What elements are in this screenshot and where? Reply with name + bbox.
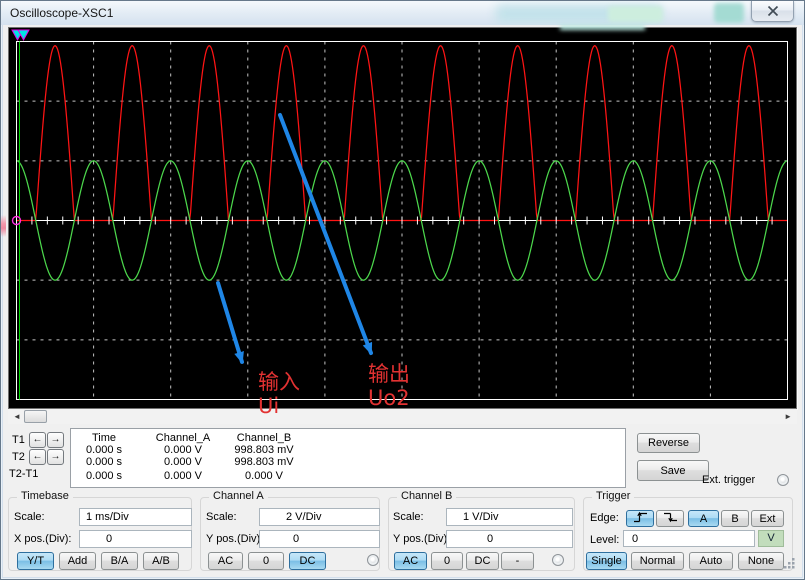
trigger-level-input[interactable] bbox=[623, 530, 755, 547]
right-arrow-icon: → bbox=[51, 434, 61, 445]
channel-b-scale-label: Scale: bbox=[393, 511, 424, 523]
channel-a-ypos-input[interactable] bbox=[259, 530, 380, 548]
timebase-mode-ba-button[interactable]: B/A bbox=[101, 552, 138, 570]
waveform-annotation-label: 输入 bbox=[258, 371, 300, 393]
t1-move-right-button[interactable]: → bbox=[47, 432, 64, 448]
close-button[interactable] bbox=[751, 1, 794, 22]
t2-channel-b: 998.803 mV bbox=[221, 456, 307, 468]
timebase-mode-add-button[interactable]: Add bbox=[59, 552, 96, 570]
oscilloscope-window: Oscilloscope-XSC1 输入Ui 输出Uo2 ◄ ► T1 ← → T… bbox=[0, 0, 805, 580]
waveform-annotation-sublabel: Ui bbox=[258, 395, 279, 417]
cursor-t1-label: T1 bbox=[12, 434, 25, 446]
scrollbar-right-arrow-icon[interactable]: ► bbox=[784, 411, 792, 422]
title-bar: Oscilloscope-XSC1 bbox=[1, 1, 804, 25]
channel-a-ypos-label: Y pos.(Div): bbox=[206, 533, 263, 545]
channel-a-group: Channel A Scale: Y pos.(Div): AC 0 DC bbox=[200, 497, 380, 571]
channel-a-terminal bbox=[367, 554, 379, 566]
group-title: Timebase bbox=[17, 490, 73, 502]
glass-reflection bbox=[714, 3, 744, 23]
timebase-scale-input[interactable] bbox=[79, 508, 192, 526]
t1-channel-a: 0.000 V bbox=[147, 444, 219, 456]
trigger-edge-label: Edge: bbox=[590, 512, 619, 524]
resize-grip[interactable] bbox=[783, 557, 797, 571]
t1-channel-b: 998.803 mV bbox=[221, 444, 307, 456]
trigger-edge-rising-icon bbox=[633, 511, 648, 523]
scope-screen bbox=[11, 29, 794, 406]
scope-scrollbar[interactable]: ◄ ► bbox=[8, 409, 797, 424]
trigger-mode-auto-button[interactable]: Auto bbox=[689, 552, 733, 570]
trigger-source-ext-button[interactable]: Ext bbox=[751, 510, 784, 527]
trigger-mode-none-button[interactable]: None bbox=[738, 552, 784, 570]
timebase-mode-ab-button[interactable]: A/B bbox=[143, 552, 179, 570]
timebase-xpos-label: X pos.(Div): bbox=[14, 533, 71, 545]
channel-b-dc-button[interactable]: DC bbox=[466, 552, 499, 570]
group-title: Channel A bbox=[209, 490, 268, 502]
scrollbar-thumb[interactable] bbox=[24, 410, 47, 423]
channel-a-dc-button[interactable]: DC bbox=[289, 552, 326, 570]
channel-a-zero-button[interactable]: 0 bbox=[248, 552, 284, 570]
channel-position-marker bbox=[1, 215, 6, 237]
column-header-channel-a: Channel_A bbox=[147, 432, 219, 444]
group-title: Channel B bbox=[397, 490, 456, 502]
channel-a-scale-label: Scale: bbox=[206, 511, 237, 523]
timebase-xpos-input[interactable] bbox=[79, 530, 192, 548]
close-icon bbox=[767, 6, 779, 16]
right-arrow-icon: → bbox=[51, 451, 61, 462]
channel-b-minus-button[interactable]: - bbox=[501, 552, 534, 570]
trigger-edge-rising-button[interactable] bbox=[626, 510, 654, 527]
cursor-t2-label: T2 bbox=[12, 451, 25, 463]
glass-artifact bbox=[560, 25, 645, 30]
delta-channel-b: 0.000 V bbox=[221, 470, 307, 482]
scrollbar-left-arrow-icon[interactable]: ◄ bbox=[13, 411, 21, 422]
trigger-source-b-button[interactable]: B bbox=[721, 510, 749, 527]
channel-b-ypos-label: Y pos.(Div): bbox=[393, 533, 450, 545]
group-title: Trigger bbox=[592, 490, 634, 502]
trigger-level-unit: V bbox=[758, 530, 784, 547]
t2-time: 0.000 s bbox=[75, 456, 133, 468]
trigger-group: Trigger Edge: A B Ext Level: V Single No… bbox=[583, 497, 793, 571]
channel-b-scale-input[interactable] bbox=[446, 508, 573, 526]
trigger-mode-normal-button[interactable]: Normal bbox=[631, 552, 684, 570]
window-title: Oscilloscope-XSC1 bbox=[10, 6, 113, 20]
measurement-table: Time Channel_A Channel_B 0.000 s 0.000 V… bbox=[70, 428, 626, 488]
left-arrow-icon: ← bbox=[33, 434, 43, 445]
trigger-edge-falling-button[interactable] bbox=[656, 510, 684, 527]
t2-move-right-button[interactable]: → bbox=[47, 449, 64, 465]
waveform-annotation-label: 输出 bbox=[368, 363, 410, 385]
save-button[interactable]: Save bbox=[637, 460, 709, 481]
channel-b-ac-button[interactable]: AC bbox=[394, 552, 427, 570]
t2-channel-a: 0.000 V bbox=[147, 456, 219, 468]
trigger-level-label: Level: bbox=[590, 534, 619, 546]
column-header-channel-b: Channel_B bbox=[221, 432, 307, 444]
channel-b-terminal bbox=[552, 554, 564, 566]
waveform-annotation-sublabel: Uo2 bbox=[368, 387, 410, 409]
channel-a-ac-button[interactable]: AC bbox=[208, 552, 243, 570]
trigger-mode-single-button[interactable]: Single bbox=[586, 552, 627, 570]
timebase-group: Timebase Scale: X pos.(Div): Y/T Add B/A… bbox=[8, 497, 192, 571]
channel-a-scale-input[interactable] bbox=[259, 508, 380, 526]
trigger-source-a-button[interactable]: A bbox=[688, 510, 719, 527]
ext-trigger-terminal bbox=[777, 474, 789, 486]
column-header-time: Time bbox=[75, 432, 133, 444]
left-arrow-icon: ← bbox=[33, 451, 43, 462]
channel-b-ypos-input[interactable] bbox=[446, 530, 573, 548]
ext-trigger-label: Ext. trigger bbox=[702, 474, 755, 486]
t1-move-left-button[interactable]: ← bbox=[29, 432, 46, 448]
channel-b-group: Channel B Scale: Y pos.(Div): AC 0 DC - bbox=[388, 497, 575, 571]
t1-time: 0.000 s bbox=[75, 444, 133, 456]
trigger-edge-falling-icon bbox=[663, 511, 678, 523]
cursor-delta-label: T2-T1 bbox=[9, 468, 38, 480]
timebase-scale-label: Scale: bbox=[14, 511, 45, 523]
delta-time: 0.000 s bbox=[75, 470, 133, 482]
glass-reflection bbox=[608, 6, 663, 22]
reverse-button[interactable]: Reverse bbox=[637, 433, 700, 453]
timebase-mode-yt-button[interactable]: Y/T bbox=[17, 552, 54, 570]
channel-b-zero-button[interactable]: 0 bbox=[431, 552, 463, 570]
delta-channel-a: 0.000 V bbox=[147, 470, 219, 482]
t2-move-left-button[interactable]: ← bbox=[29, 449, 46, 465]
